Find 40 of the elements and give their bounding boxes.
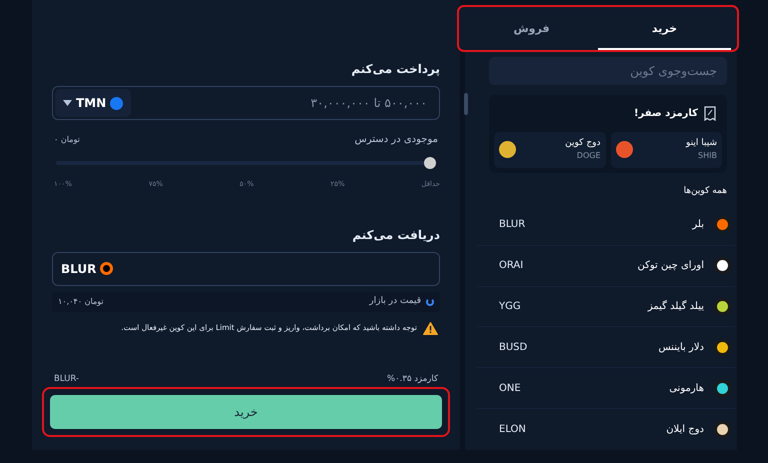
slider-thumb[interactable] (424, 157, 436, 169)
fee-label: کارمزد ۰.۳۵% (387, 372, 438, 386)
slider-track[interactable] (56, 157, 436, 169)
search-field[interactable]: جست‌وجوی کوین (489, 57, 727, 85)
price-label: قیمت در بازار (369, 294, 421, 308)
coin-name: اورای چین توکن (637, 259, 704, 274)
coin-symbol: BUSD (499, 340, 528, 355)
coin-symbol: BLUR (499, 218, 526, 232)
fee-amount: BLUR- (54, 372, 79, 386)
tab[interactable]: خرید (598, 10, 731, 50)
currency-dropdown[interactable]: TMN (55, 89, 132, 117)
coin-symbol: YGG (499, 300, 521, 314)
discount-tag-icon (704, 106, 716, 122)
coin-name: دوج ایلان (666, 423, 704, 438)
section-title: پرداخت می‌کنم (350, 61, 440, 78)
section-title: همه کوین‌ها (682, 185, 727, 198)
coin-name: بلر (692, 218, 704, 232)
coin-symbol: ELON (499, 423, 526, 438)
coin-symbol: DOGE (576, 150, 600, 162)
coin-name: شیبا اینو (686, 136, 717, 150)
price-value: ۱۰,۰۴۰ تومان (58, 296, 104, 308)
coin-name: دلار بایننس (658, 340, 704, 355)
coin-name: ییلد گیلد گیمز (648, 299, 704, 314)
card-title: کارمزد صفر! (634, 107, 698, 122)
scrollbar[interactable] (464, 93, 468, 115)
coin-symbol: ONE (499, 382, 521, 396)
coin-select-field[interactable]: BLUR (52, 252, 440, 286)
balance-value: ۰ تومان (54, 134, 80, 146)
coin-name: دوج کوین (565, 136, 600, 150)
balance-label: موجودی در دسترس (354, 133, 438, 147)
caret-icon (63, 100, 72, 106)
buy-button[interactable]: خرید (50, 395, 442, 430)
coin-symbol: SHIB (697, 150, 717, 162)
loading-icon (426, 298, 434, 306)
coin-logo-icon (100, 262, 114, 275)
coin-symbol: ORAI (499, 259, 524, 274)
coin-name: هارمونی (669, 382, 704, 396)
warning-icon (423, 322, 438, 334)
tab[interactable]: فروش (465, 10, 598, 50)
section-title: دریافت می‌کنم (351, 226, 440, 244)
